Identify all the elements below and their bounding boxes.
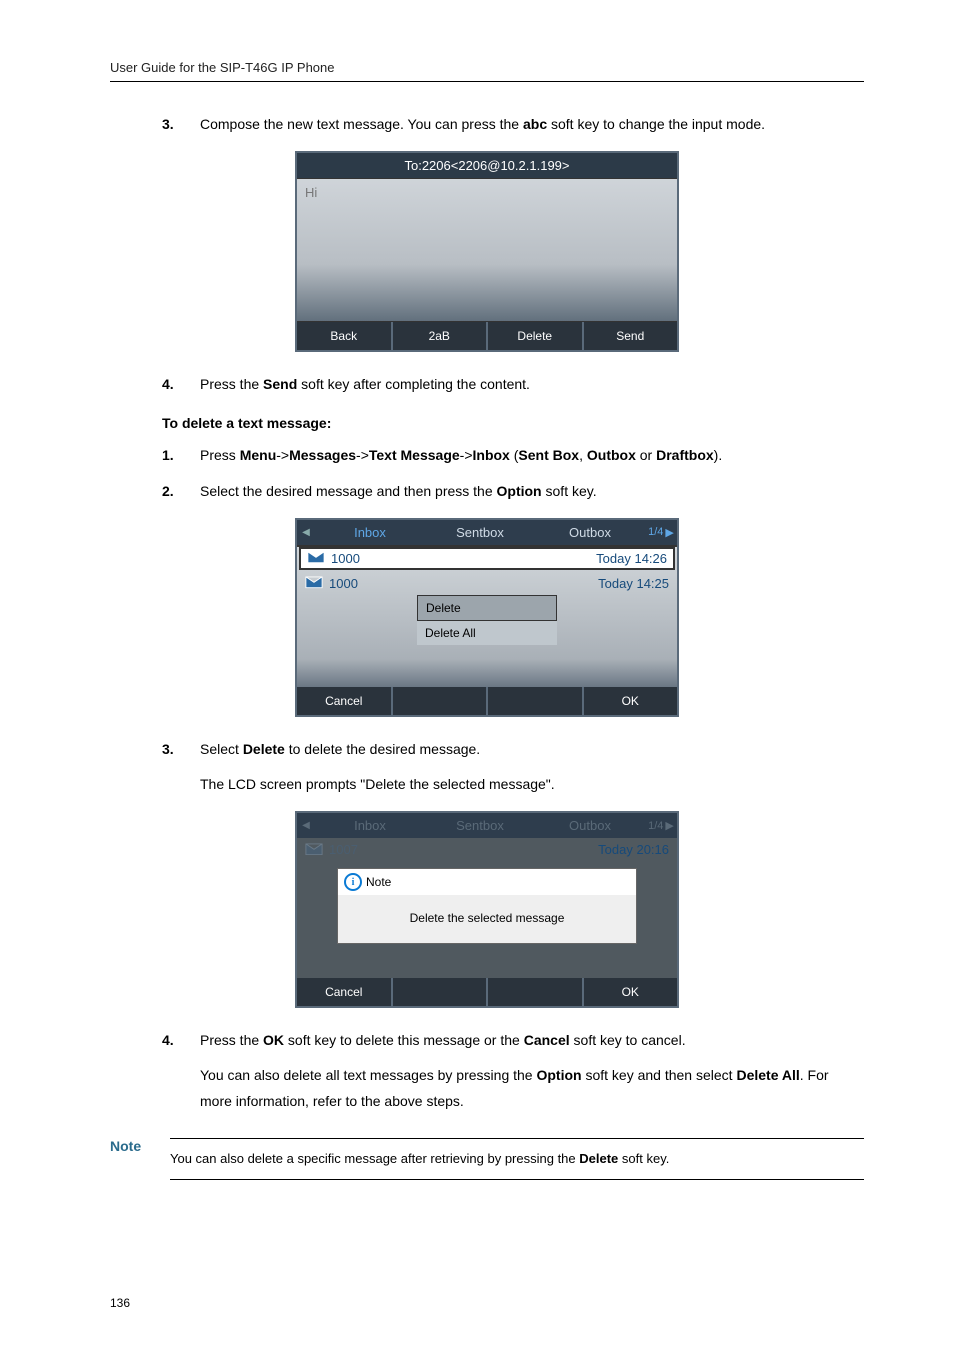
envelope-icon — [305, 576, 323, 590]
note-block: Note You can also delete a specific mess… — [110, 1138, 864, 1181]
screenshot-confirm-delete: ◀ Inbox Sentbox Outbox 1/4 ▶ 1007 Today … — [110, 811, 864, 1008]
step-number: 4. — [110, 1028, 194, 1053]
followup-delete-all: You can also delete all text messages by… — [200, 1063, 864, 1113]
message-list-dimmed: 1007 Today 20:16 i Note Delete the selec… — [297, 838, 677, 978]
softkey-send[interactable]: Send — [584, 322, 678, 350]
softkey-empty — [393, 687, 489, 715]
softkey-cancel[interactable]: Cancel — [297, 978, 393, 1006]
tab-outbox[interactable]: Outbox — [535, 520, 645, 545]
softkey-ok[interactable]: OK — [584, 978, 678, 1006]
page-number: 136 — [110, 1296, 130, 1310]
step-number: 1. — [110, 443, 194, 468]
step-number: 3. — [110, 737, 194, 762]
tab-counter: 1/4 ▶ — [645, 813, 677, 838]
list-item[interactable]: 1000 Today 14:26 — [299, 547, 675, 570]
step-number: 3. — [110, 112, 194, 137]
heading-delete: To delete a text message: — [162, 415, 864, 431]
list-item[interactable]: 1000 Today 14:25 — [297, 572, 677, 595]
tab-arrow-right-icon: ▶ — [665, 819, 673, 832]
screenshot-compose: To:2206<2206@10.2.1.199> Hi Back 2aB Del… — [110, 151, 864, 352]
compose-body: Hi — [297, 178, 677, 322]
softkey-back[interactable]: Back — [297, 322, 393, 350]
page-header: User Guide for the SIP-T46G IP Phone — [110, 60, 864, 82]
step-1-menu: 1. Press Menu->Messages->Text Message->I… — [110, 443, 864, 468]
step-body: Select Delete to delete the desired mess… — [194, 737, 864, 762]
step-body: Select the desired message and then pres… — [194, 479, 864, 504]
step-body: Press Menu->Messages->Text Message->Inbo… — [194, 443, 864, 468]
confirm-dialog: i Note Delete the selected message — [337, 868, 637, 944]
tab-outbox: Outbox — [535, 813, 645, 838]
step-4-confirm: 4. Press the OK soft key to delete this … — [110, 1028, 864, 1053]
document-page: User Guide for the SIP-T46G IP Phone 3. … — [0, 0, 954, 1350]
message-list: 1000 Today 14:26 1000 Today 14:25 Delete… — [297, 547, 677, 687]
softkey-ok[interactable]: OK — [584, 687, 678, 715]
menu-item-delete[interactable]: Delete — [417, 595, 557, 621]
envelope-icon — [307, 551, 325, 565]
softkey-empty — [393, 978, 489, 1006]
softkey-row: Cancel OK — [297, 978, 677, 1006]
list-item: 1007 Today 20:16 — [297, 838, 677, 861]
softkey-empty — [488, 687, 584, 715]
step-number: 4. — [110, 372, 194, 397]
tab-counter: 1/4 ▶ — [645, 520, 677, 545]
tab-arrow-left-icon[interactable]: ◀ — [297, 520, 315, 545]
envelope-icon — [305, 843, 323, 857]
softkey-row: Cancel OK — [297, 687, 677, 715]
step-body: Compose the new text message. You can pr… — [194, 112, 864, 137]
softkey-row: Back 2aB Delete Send — [297, 322, 677, 350]
screenshot-option-menu: ◀ Inbox Sentbox Outbox 1/4 ▶ 1000 Today … — [110, 518, 864, 717]
tab-row: ◀ Inbox Sentbox Outbox 1/4 ▶ — [297, 520, 677, 545]
info-icon: i — [344, 873, 362, 891]
softkey-empty — [488, 978, 584, 1006]
step-3-compose: 3. Compose the new text message. You can… — [110, 112, 864, 137]
tab-inbox: Inbox — [315, 813, 425, 838]
tab-inbox[interactable]: Inbox — [315, 520, 425, 545]
followup-text: The LCD screen prompts "Delete the selec… — [200, 772, 864, 797]
note-text: You can also delete a specific message a… — [170, 1138, 864, 1181]
menu-item-delete-all[interactable]: Delete All — [417, 621, 557, 645]
step-number: 2. — [110, 479, 194, 504]
step-3-delete: 3. Select Delete to delete the desired m… — [110, 737, 864, 762]
step-2-select: 2. Select the desired message and then p… — [110, 479, 864, 504]
step-body: Press the OK soft key to delete this mes… — [194, 1028, 864, 1053]
note-label: Note — [110, 1138, 170, 1154]
tab-arrow-right-icon[interactable]: ▶ — [665, 526, 673, 539]
step-4-send: 4. Press the Send soft key after complet… — [110, 372, 864, 397]
tab-row: ◀ Inbox Sentbox Outbox 1/4 ▶ — [297, 813, 677, 838]
dialog-header: i Note — [338, 869, 636, 895]
tab-sentbox[interactable]: Sentbox — [425, 520, 535, 545]
tab-arrow-left-icon: ◀ — [297, 813, 315, 838]
softkey-cancel[interactable]: Cancel — [297, 687, 393, 715]
softkey-2ab[interactable]: 2aB — [393, 322, 489, 350]
step-body: Press the Send soft key after completing… — [194, 372, 864, 397]
softkey-delete[interactable]: Delete — [488, 322, 584, 350]
compose-title: To:2206<2206@10.2.1.199> — [297, 153, 677, 178]
dialog-body: Delete the selected message — [338, 895, 636, 929]
option-menu: Delete Delete All — [417, 595, 557, 645]
tab-sentbox: Sentbox — [425, 813, 535, 838]
